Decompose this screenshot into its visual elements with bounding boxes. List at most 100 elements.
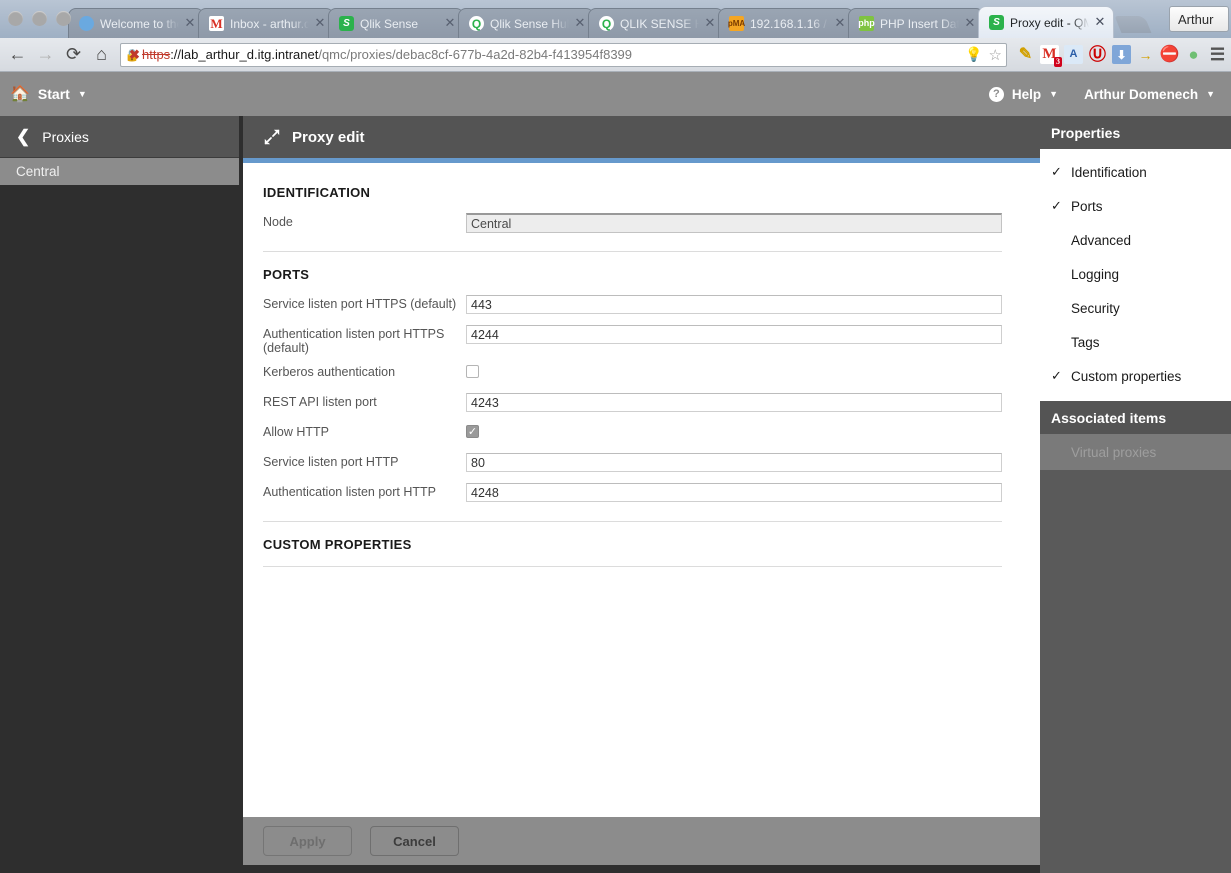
page-info-icon[interactable]: 💡 — [965, 46, 982, 63]
port-input[interactable] — [466, 295, 1002, 314]
start-menu-button[interactable]: 🏠 Start ▼ — [10, 84, 87, 104]
chrome-menu-icon[interactable]: ☰ — [1208, 45, 1227, 64]
translate-icon-glyph: A — [1069, 48, 1078, 60]
check-icon: ✓ — [1051, 164, 1062, 180]
form-field — [466, 453, 1002, 472]
tab-title: Qlik Sense Hub — [490, 16, 569, 31]
new-tab-button[interactable] — [1114, 16, 1152, 33]
browser-tab[interactable]: pMA 192.168.1.16 / l ✕ — [718, 8, 854, 38]
browser-tab[interactable]: S Qlik Sense ✕ — [328, 8, 464, 38]
browser-tab[interactable]: M Inbox - arthur.d ✕ — [198, 8, 334, 38]
browser-tab[interactable]: Welcome to the ✕ — [68, 8, 204, 38]
tab-close-icon[interactable]: ✕ — [443, 17, 457, 31]
forward-icon[interactable]: → — [32, 42, 59, 68]
proxies-back-header[interactable]: ❮ Proxies — [0, 116, 239, 158]
chevron-down-icon[interactable]: ▼ — [1206, 89, 1215, 99]
tab-close-icon[interactable]: ✕ — [313, 17, 327, 31]
qmc-header: 🏠 Start ▼ ? Help ▼ Arthur Domenech ▼ — [0, 72, 1231, 116]
home-icon[interactable]: ⌂ — [88, 42, 115, 68]
left-nav-title: Proxies — [42, 128, 89, 145]
mobile-push-icon[interactable]: → — [1136, 45, 1155, 64]
browser-tab[interactable]: S Proxy edit - QM ✕ — [978, 6, 1114, 38]
proxy-edit-form: IDENTIFICATION Node PORTS Service listen po… — [243, 163, 1040, 817]
section-title: PORTS — [263, 267, 310, 282]
property-item[interactable]: ✓ Custom properties — [1040, 359, 1231, 393]
user-menu-button[interactable]: Arthur Domenech ▼ — [1084, 87, 1215, 102]
broken-certificate-icon[interactable]: 🔒 ✖ — [125, 47, 140, 62]
chevron-down-icon[interactable]: ▼ — [78, 89, 87, 99]
back-icon[interactable]: ← — [4, 42, 31, 68]
browser-tab[interactable]: Q QLIK SENSE HU ✕ — [588, 8, 724, 38]
cancel-button[interactable]: Cancel — [370, 826, 459, 856]
help-menu-button[interactable]: ? Help ▼ — [988, 86, 1058, 102]
qmc-header-right: ? Help ▼ Arthur Domenech ▼ — [988, 86, 1215, 102]
opera-extension-icon[interactable]: Ⓤ — [1088, 45, 1107, 64]
port-input[interactable] — [466, 453, 1002, 472]
property-item-label: Identification — [1071, 164, 1147, 180]
checkbox[interactable]: ✓ — [466, 425, 479, 439]
checkbox[interactable] — [466, 365, 479, 379]
property-item[interactable]: Tags — [1040, 325, 1231, 359]
qlik-sense-icon: S — [339, 16, 354, 31]
form-label: Authentication listen port HTTPS (defaul… — [263, 327, 445, 355]
tab-close-icon[interactable]: ✕ — [573, 17, 587, 31]
unread-badge: 3 — [1054, 57, 1062, 67]
property-item-label: Security — [1071, 300, 1120, 316]
form-field — [466, 325, 1002, 344]
gmail-checker-icon[interactable]: M3 — [1040, 45, 1062, 67]
browser-navbar: ← → ⟳ ⌂ 🔒 ✖ https://lab_arthur_d.itg.intr… — [0, 38, 1231, 72]
browser-tab[interactable]: php PHP Insert Data ✕ — [848, 8, 984, 38]
extension-toolbar: ✎ M 3 A Ⓤ ⬇ → ⛔ ● ☰ — [1011, 45, 1227, 67]
adblock-icon[interactable]: ⛔ — [1160, 45, 1180, 64]
pencil-extension-icon[interactable]: ✎ — [1016, 45, 1035, 64]
tab-close-icon[interactable]: ✕ — [1093, 16, 1107, 30]
reload-icon[interactable]: ⟳ — [60, 42, 87, 68]
browser-tab[interactable]: Q Qlik Sense Hub ✕ — [458, 8, 594, 38]
section-divider — [263, 521, 1002, 522]
tab-close-icon[interactable]: ✕ — [833, 17, 847, 31]
property-item[interactable]: Advanced — [1040, 223, 1231, 257]
balloon-icon[interactable]: ● — [1184, 45, 1203, 64]
tab-close-icon[interactable]: ✕ — [963, 17, 977, 31]
check-icon: ✓ — [1051, 368, 1062, 384]
form-row: REST API listen port — [263, 393, 1002, 415]
form-row: Service listen port HTTP — [263, 453, 1002, 475]
node-input[interactable] — [466, 213, 1002, 233]
section-title: CUSTOM PROPERTIES — [263, 537, 412, 552]
tab-close-icon[interactable]: ✕ — [703, 17, 717, 31]
tab-title: Inbox - arthur.d — [230, 16, 309, 31]
window-maximize-button[interactable] — [56, 11, 71, 26]
download-icon[interactable]: ⬇ — [1112, 45, 1131, 64]
help-label: Help — [1011, 86, 1042, 102]
bookmark-star-icon[interactable]: ☆ — [989, 46, 1002, 64]
form-row: Authentication listen port HTTP — [263, 483, 1002, 505]
back-chevron-icon[interactable]: ❮ — [16, 128, 30, 145]
form-label: Node — [263, 215, 293, 229]
property-item[interactable]: ✓ Identification — [1040, 155, 1231, 189]
form-row: Service listen port HTTPS (default) — [263, 295, 1002, 317]
port-input[interactable] — [466, 325, 1002, 344]
associated-item: Virtual proxies — [1040, 434, 1231, 470]
form-label: Kerberos authentication — [263, 365, 396, 379]
address-bar[interactable]: 🔒 ✖ https://lab_arthur_d.itg.intranet/qmc… — [120, 42, 1007, 67]
translate-icon[interactable]: A — [1064, 45, 1083, 64]
property-item[interactable]: Security — [1040, 291, 1231, 325]
port-input[interactable] — [466, 393, 1002, 412]
user-label: Arthur Domenech — [1084, 86, 1199, 102]
form-field — [466, 483, 1002, 502]
window-minimize-button[interactable] — [32, 11, 47, 26]
property-item[interactable]: ✓ Ports — [1040, 189, 1231, 223]
profile-button[interactable]: Arthur — [1169, 6, 1229, 32]
section-title: IDENTIFICATION — [263, 185, 371, 200]
port-input[interactable] — [466, 483, 1002, 502]
apply-button[interactable]: Apply — [263, 826, 352, 856]
property-item[interactable]: Logging — [1040, 257, 1231, 291]
left-nav-items: Central — [0, 158, 239, 185]
left-nav-item[interactable]: Central — [0, 158, 239, 185]
chevron-down-icon[interactable]: ▼ — [1049, 89, 1058, 99]
property-item-label: Logging — [1071, 266, 1120, 282]
php-icon: php — [858, 16, 875, 31]
window-close-button[interactable] — [8, 11, 23, 26]
tab-close-icon[interactable]: ✕ — [183, 17, 197, 31]
window-controls[interactable] — [8, 11, 71, 26]
